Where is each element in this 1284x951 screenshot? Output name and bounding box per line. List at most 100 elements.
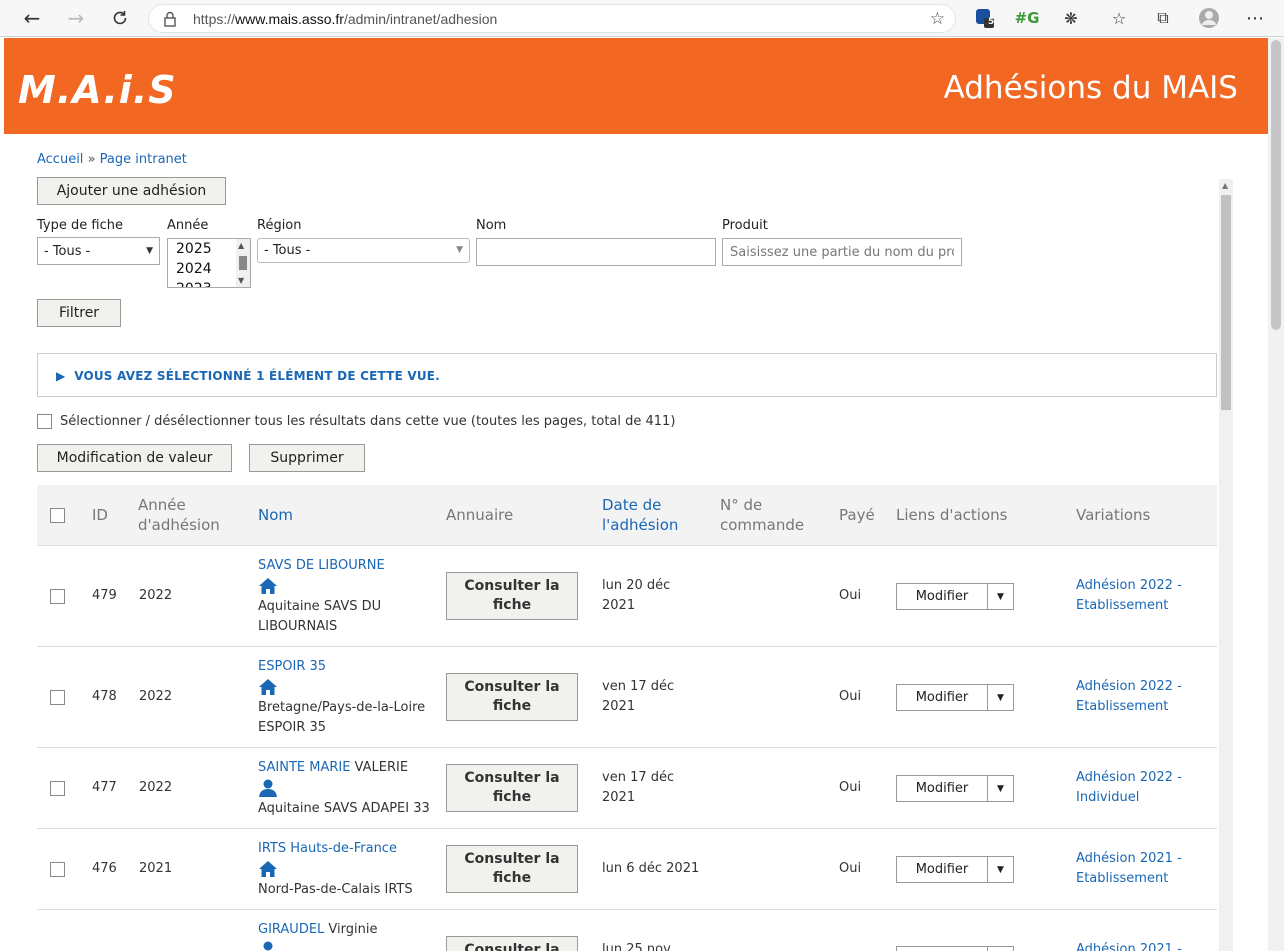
- modify-dropbutton[interactable]: Modifier ▼: [896, 583, 1014, 610]
- content-scrollbar[interactable]: ▲: [1219, 179, 1233, 951]
- modify-button[interactable]: Modifier: [897, 685, 987, 710]
- site-logo[interactable]: M.A.i.S: [18, 68, 177, 112]
- forward-icon[interactable]: →: [62, 5, 90, 31]
- favorite-add-icon[interactable]: ☆: [930, 9, 945, 29]
- region-filter-select[interactable]: - Tous - ▼: [257, 238, 470, 263]
- consult-record-button[interactable]: Consulter lafiche: [446, 673, 578, 721]
- row-name-cell: SAVS DE LIBOURNE Aquitaine SAVS DU LIBOUR…: [258, 556, 438, 637]
- modify-button[interactable]: Modifier: [897, 776, 987, 801]
- chevron-down-icon: ▼: [146, 246, 153, 256]
- chevron-down-icon[interactable]: ▼: [987, 685, 1013, 710]
- row-id: 476: [92, 861, 117, 876]
- url-text: https://www.mais.asso.fr/admin/intranet/…: [193, 11, 498, 27]
- consult-record-button[interactable]: Consulter lafiche: [446, 572, 578, 620]
- chevron-down-icon: ▼: [456, 245, 463, 255]
- modify-dropbutton[interactable]: Modifier ▼: [896, 856, 1014, 883]
- row-name-link[interactable]: SAINTE MARIE: [258, 760, 350, 775]
- table-row: 478 2022 ESPOIR 35 Bretagne/Pays-de-la-L…: [37, 647, 1217, 748]
- row-name-link[interactable]: GIRAUDEL: [258, 922, 324, 937]
- filter-button[interactable]: Filtrer: [37, 299, 121, 327]
- address-bar[interactable]: https://www.mais.asso.fr/admin/intranet/…: [148, 4, 956, 33]
- extension-badge: 5: [988, 17, 995, 27]
- consult-record-button[interactable]: Consulter lafiche: [446, 936, 578, 951]
- header-select-checkbox[interactable]: [50, 508, 65, 523]
- scroll-up-icon[interactable]: ▲: [1222, 181, 1228, 190]
- select-all-checkbox[interactable]: [37, 414, 52, 429]
- row-paid: Oui: [839, 689, 862, 704]
- modify-button[interactable]: Modifier: [897, 584, 987, 609]
- year-filter-listbox[interactable]: 2025 2024 2023 ▲ ▼: [167, 238, 251, 288]
- scrollbar-thumb[interactable]: [239, 256, 247, 270]
- row-paid: Oui: [839, 588, 862, 603]
- column-header-actions: Liens d'actions: [896, 506, 1008, 524]
- row-variation-link[interactable]: Adhésion 2021 -: [1076, 940, 1182, 951]
- product-filter-input[interactable]: [722, 238, 962, 266]
- year-listbox-scrollbar[interactable]: ▲ ▼: [236, 239, 250, 287]
- selection-info-title[interactable]: ▶ VOUS AVEZ SÉLECTIONNÉ 1 ÉLÉMENT DE CET…: [56, 369, 440, 383]
- modify-dropbutton[interactable]: Modifier ▼: [896, 946, 1014, 951]
- modify-dropbutton[interactable]: Modifier ▼: [896, 684, 1014, 711]
- extension-shield-icon[interactable]: 5: [974, 7, 996, 29]
- select-all-label: Sélectionner / désélectionner tous les r…: [60, 414, 676, 429]
- column-header-name[interactable]: Nom: [258, 505, 293, 525]
- scrollbar-thumb[interactable]: [1271, 40, 1281, 330]
- collections-icon[interactable]: ⧉: [1152, 7, 1174, 29]
- row-select-checkbox[interactable]: [50, 690, 65, 705]
- scroll-down-icon[interactable]: ▼: [238, 276, 244, 285]
- add-membership-button[interactable]: Ajouter une adhésion: [37, 177, 226, 205]
- chevron-down-icon[interactable]: ▼: [987, 947, 1013, 951]
- row-variation-link[interactable]: Adhésion 2021 - Etablissement: [1076, 849, 1182, 889]
- row-variation-link[interactable]: Adhésion 2022 - Individuel: [1076, 768, 1182, 808]
- back-icon[interactable]: ←: [18, 5, 46, 31]
- row-paid: Oui: [839, 780, 862, 795]
- column-header-date[interactable]: Date de l'adhésion: [602, 495, 678, 535]
- scrollbar-thumb[interactable]: [1221, 195, 1231, 410]
- table-header: ID Année d'adhésion Nom Annuaire Date de l…: [37, 485, 1217, 546]
- table-row: 479 2022 SAVS DE LIBOURNE Aquitaine SAVS…: [37, 546, 1217, 647]
- chevron-down-icon[interactable]: ▼: [987, 857, 1013, 882]
- row-date: lun 25 nov: [602, 942, 671, 951]
- row-variation-link[interactable]: Adhésion 2022 - Etablissement: [1076, 677, 1182, 717]
- consult-record-button[interactable]: Consulter lafiche: [446, 764, 578, 812]
- delete-button[interactable]: Supprimer: [249, 444, 365, 472]
- more-menu-icon[interactable]: ⋯: [1244, 7, 1266, 29]
- modify-button[interactable]: Modifier: [897, 857, 987, 882]
- page-scrollbar[interactable]: [1268, 38, 1284, 951]
- browser-toolbar: ← → https://www.mais.asso.fr/admin/intra…: [0, 0, 1284, 37]
- type-filter-value: - Tous -: [44, 243, 91, 259]
- row-name-link[interactable]: IRTS Hauts-de-France: [258, 841, 397, 856]
- chevron-down-icon[interactable]: ▼: [987, 584, 1013, 609]
- row-select-checkbox[interactable]: [50, 862, 65, 877]
- modify-value-button[interactable]: Modification de valeur: [37, 444, 232, 472]
- extensions-puzzle-icon[interactable]: ❋: [1060, 7, 1082, 29]
- modify-button[interactable]: Modifier: [897, 947, 987, 951]
- table-row: 476 2021 IRTS Hauts-de-France Nord-Pas-d…: [37, 829, 1217, 910]
- row-detail: Aquitaine SAVS ADAPEI 33: [258, 800, 430, 816]
- breadcrumb-current[interactable]: Page intranet: [100, 152, 187, 167]
- row-paid: Oui: [839, 861, 862, 876]
- type-filter-select[interactable]: - Tous - ▼: [37, 237, 160, 265]
- favorites-icon[interactable]: ☆: [1108, 7, 1130, 29]
- row-select-checkbox[interactable]: [50, 589, 65, 604]
- row-variation-link[interactable]: Adhésion 2022 - Etablissement: [1076, 576, 1182, 616]
- row-name-link[interactable]: ESPOIR 35: [258, 659, 326, 674]
- row-year: 2022: [139, 780, 173, 795]
- modify-dropbutton[interactable]: Modifier ▼: [896, 775, 1014, 802]
- chevron-down-icon[interactable]: ▼: [987, 776, 1013, 801]
- page-content: M.A.i.S Adhésions du MAIS Accueil » Page…: [4, 38, 1268, 951]
- breadcrumb-home[interactable]: Accueil: [37, 152, 83, 167]
- column-header-order: N° de commande: [720, 496, 805, 534]
- selection-info-panel[interactable]: ▶ VOUS AVEZ SÉLECTIONNÉ 1 ÉLÉMENT DE CET…: [37, 353, 1217, 397]
- reload-icon[interactable]: [106, 5, 134, 31]
- profile-avatar-icon[interactable]: [1198, 7, 1220, 29]
- row-select-checkbox[interactable]: [50, 781, 65, 796]
- consult-record-button[interactable]: Consulter lafiche: [446, 845, 578, 893]
- house-icon: [258, 677, 278, 697]
- grammar-extension-icon[interactable]: #G: [1015, 7, 1040, 29]
- column-header-year: Année d'adhésion: [138, 496, 220, 534]
- breadcrumb: Accueil » Page intranet: [37, 152, 187, 167]
- scroll-up-icon[interactable]: ▲: [238, 241, 244, 250]
- name-filter-input[interactable]: [476, 238, 716, 266]
- house-icon: [258, 576, 278, 596]
- row-name-link[interactable]: SAVS DE LIBOURNE: [258, 558, 385, 573]
